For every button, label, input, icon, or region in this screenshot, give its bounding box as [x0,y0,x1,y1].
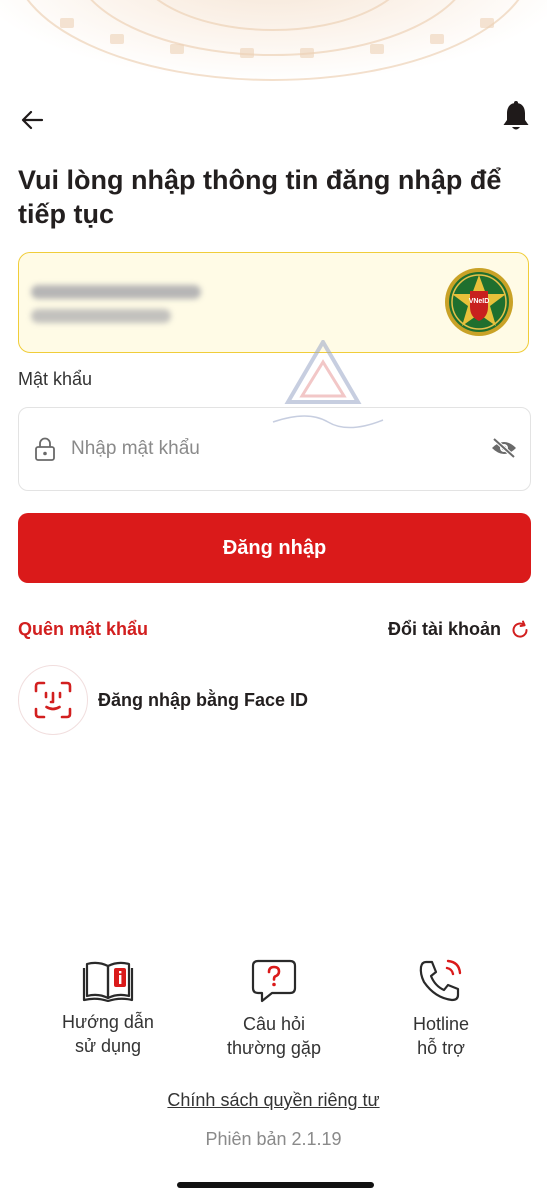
hotline-line2: hỗ trợ [417,1038,465,1058]
home-indicator [177,1182,374,1188]
back-button[interactable] [18,106,48,134]
password-label: Mật khẩu [18,369,93,389]
face-id-login[interactable]: Đăng nhập bằng Face ID [18,664,358,736]
face-id-label: Đăng nhập bằng Face ID [98,689,309,710]
forgot-password-link[interactable]: Quên mật khẩu [18,619,148,640]
book-icon [82,961,134,1002]
hotline-line1: Hotline [412,1014,470,1034]
faq-button[interactable]: Câu hỏi thường gặp [199,958,349,1060]
faq-line2: thường gặp [227,1038,321,1058]
watermark-logo [272,340,384,429]
question-bubble-icon [251,959,297,1003]
header-decoration [0,0,547,95]
user-guide-line2: sử dụng [74,1036,142,1056]
svg-text:VNeID: VNeID [469,298,490,305]
login-button[interactable]: Đăng nhập [18,513,531,583]
blurred-account-id [31,309,171,323]
face-id-icon [34,681,72,719]
faq-line1: Câu hỏi [242,1014,306,1034]
user-guide-button[interactable]: Hướng dẫn sử dụng [33,958,183,1058]
vneid-logo: VNeID [445,268,513,336]
face-id-button[interactable] [18,665,88,735]
phone-icon [419,959,462,1002]
app-version: Phiên bản 2.1.19 [205,1129,342,1149]
notification-button[interactable] [500,100,532,134]
refresh-icon [512,620,528,638]
account-card[interactable]: VNeID [18,252,529,353]
bell-icon [503,101,529,130]
blurred-account-name [31,285,201,299]
hotline-button[interactable]: Hotline hỗ trợ [366,958,516,1060]
arrow-left-icon [21,110,44,130]
eye-off-icon[interactable] [490,436,518,460]
lock-icon [35,437,55,461]
user-guide-line1: Hướng dẫn [62,1012,154,1032]
switch-account-link[interactable]: Đổi tài khoản [388,619,530,640]
page-title: Vui lòng nhập thông tin đăng nhập để tiế… [18,165,502,229]
privacy-policy-link[interactable]: Chính sách quyền riêng tư [0,1090,547,1111]
switch-account-label: Đổi tài khoản [387,619,501,639]
